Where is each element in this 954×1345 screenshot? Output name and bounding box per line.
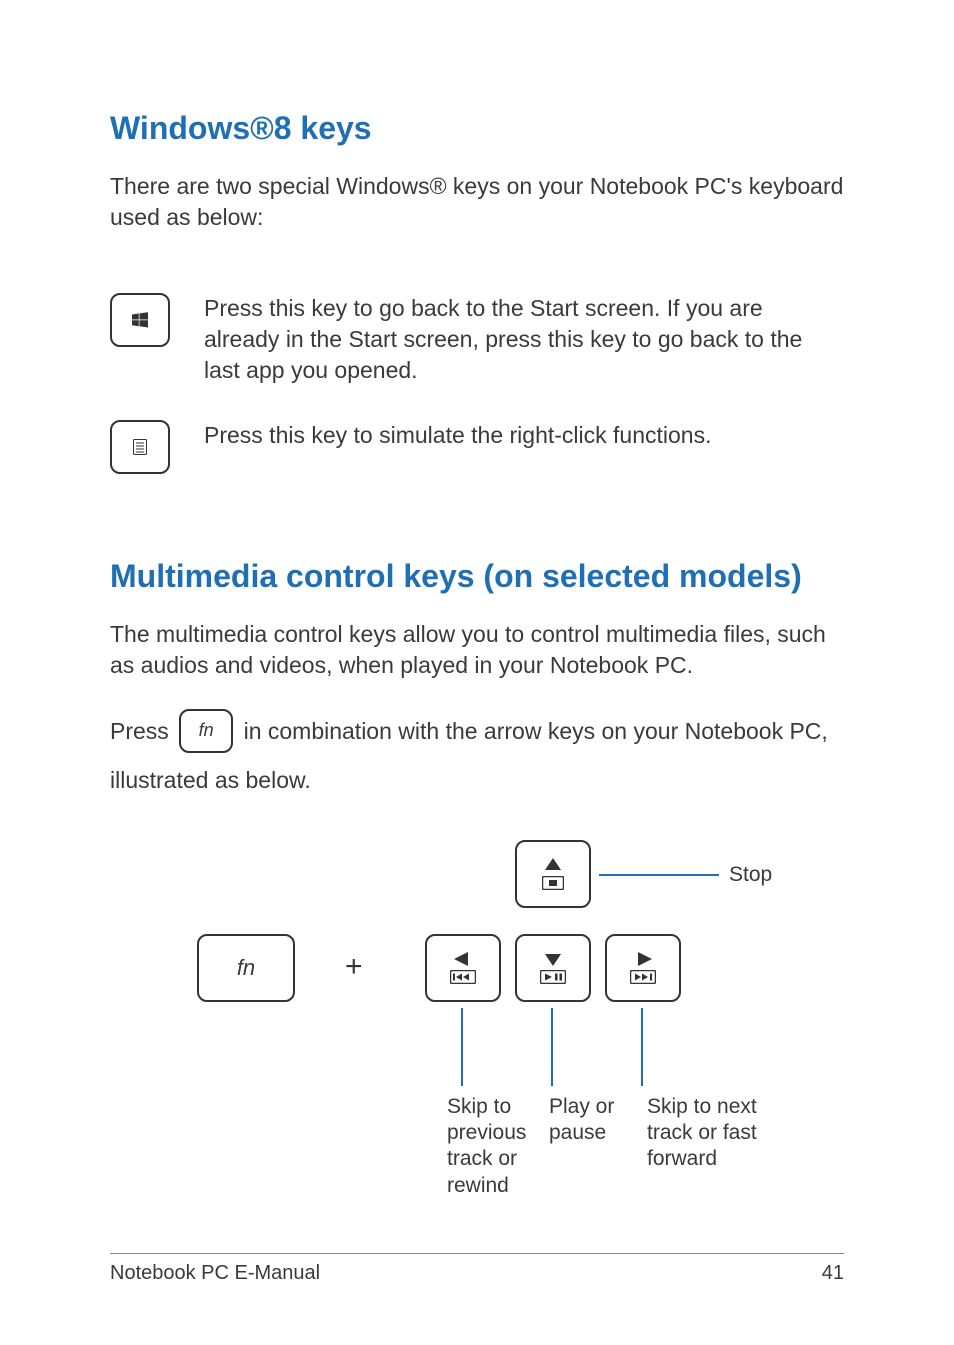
prev-key bbox=[425, 934, 501, 1002]
multimedia-diagram: fn + Stop bbox=[157, 824, 797, 1214]
play-label: Play or pause bbox=[549, 1094, 629, 1147]
windows-key-icon bbox=[110, 293, 170, 347]
stop-label: Stop bbox=[729, 862, 772, 888]
next-label: Skip to next track or fast forward bbox=[647, 1094, 757, 1173]
page: Windows®8 keys There are two special Win… bbox=[0, 0, 954, 1345]
footer-page-number: 41 bbox=[822, 1262, 844, 1285]
skip-fwd-icon bbox=[630, 970, 656, 984]
press-prefix: Press bbox=[110, 718, 175, 744]
page-footer: Notebook PC E-Manual 41 bbox=[110, 1253, 844, 1285]
footer-left: Notebook PC E-Manual bbox=[110, 1262, 320, 1285]
next-line bbox=[641, 1008, 643, 1086]
stop-key bbox=[515, 840, 591, 908]
play-pause-icon bbox=[540, 970, 566, 984]
windows-key-desc: Press this key to go back to the Start s… bbox=[204, 293, 844, 386]
play-pause-key bbox=[515, 934, 591, 1002]
fn-label-big: fn bbox=[237, 955, 255, 981]
prev-label: Skip to previous track or rewind bbox=[447, 1094, 547, 1199]
section1-intro: There are two special Windows® keys on y… bbox=[110, 171, 844, 233]
fn-key-big: fn bbox=[197, 934, 295, 1002]
menu-key-icon bbox=[110, 420, 170, 474]
prev-line bbox=[461, 1008, 463, 1086]
stop-line bbox=[599, 874, 719, 876]
key-row-windows: Press this key to go back to the Start s… bbox=[110, 293, 844, 386]
key-row-menu: Press this key to simulate the right-cli… bbox=[110, 420, 844, 474]
menu-key-desc: Press this key to simulate the right-cli… bbox=[204, 420, 711, 451]
section2-press-para: Press fn in combination with the arrow k… bbox=[110, 707, 844, 804]
section2-title: Multimedia control keys (on selected mod… bbox=[110, 558, 844, 595]
skip-back-icon bbox=[450, 970, 476, 984]
section1-title: Windows®8 keys bbox=[110, 110, 844, 147]
plus-icon: + bbox=[345, 950, 363, 984]
stop-icon bbox=[542, 876, 564, 890]
fn-key-inline: fn bbox=[179, 709, 233, 753]
next-key bbox=[605, 934, 681, 1002]
play-line bbox=[551, 1008, 553, 1086]
section2-intro: The multimedia control keys allow you to… bbox=[110, 619, 844, 681]
fn-label-inline: fn bbox=[199, 712, 214, 750]
